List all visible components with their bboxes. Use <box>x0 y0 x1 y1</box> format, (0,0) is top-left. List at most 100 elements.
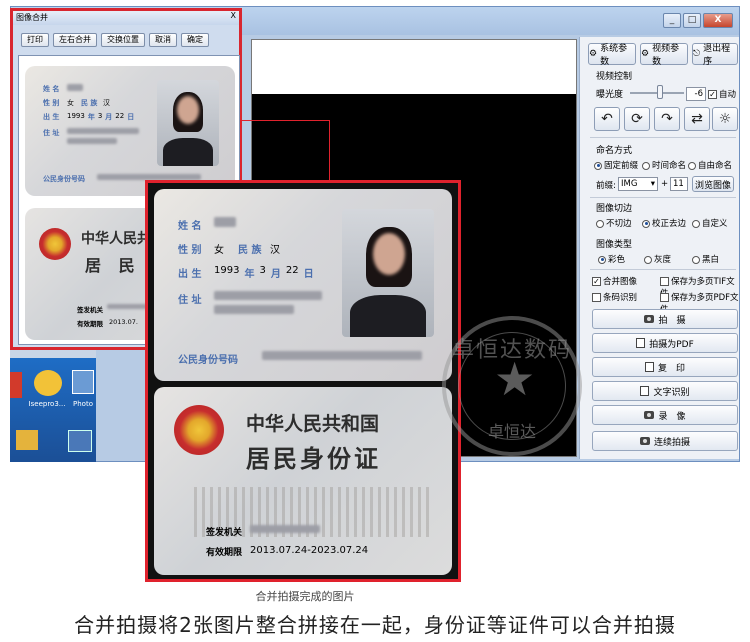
prefix-select[interactable]: IMG ▾ <box>618 177 658 191</box>
name-value-redacted <box>214 217 236 227</box>
exposure-slider-thumb[interactable] <box>656 85 663 99</box>
dialog-title: 图像合并 <box>13 11 239 25</box>
country-title: 中华人民共和国 <box>246 413 380 435</box>
copy-button[interactable]: 复 印 <box>592 357 738 377</box>
program-icon[interactable] <box>68 430 92 452</box>
crop-option-correct[interactable]: 校正去边 <box>642 217 686 229</box>
radio-icon <box>642 219 650 228</box>
minimize-button[interactable]: _ <box>663 13 681 28</box>
capture-button[interactable]: 拍 摄 <box>592 309 738 329</box>
birth-date: 1993 年 3 月 22 日 <box>214 265 314 280</box>
type-option-gray[interactable]: 灰度 <box>644 253 671 265</box>
exposure-label: 曝光度 <box>596 90 624 100</box>
video-settings-icon: ⚙ <box>641 49 650 59</box>
capture-pdf-button[interactable]: 拍摄为PDF <box>592 333 738 353</box>
gender-value: 女 <box>214 245 224 256</box>
highlight-connector <box>240 120 241 182</box>
seal-bottom-text: 卓恒达 <box>487 422 536 441</box>
type-option-color[interactable]: 彩色 <box>598 253 625 265</box>
close-button[interactable]: X <box>703 13 733 28</box>
radio-icon <box>594 161 602 170</box>
caption-main: 合并拍摄将2张图片整合拼接在一起，身份证等证件可以合并拍摄 <box>74 613 676 637</box>
checkbox-icon <box>660 293 669 302</box>
desktop-icon-label: Iseepro3... <box>28 400 66 408</box>
national-emblem <box>174 405 224 455</box>
naming-option-time[interactable]: 时间命名 <box>642 159 686 171</box>
divider <box>590 197 736 198</box>
brightness-icon[interactable]: ☼ <box>712 107 738 131</box>
merge-left-right-button[interactable]: 左右合并 <box>53 33 97 47</box>
number-field[interactable]: 11 <box>670 177 688 191</box>
ethnicity-label: 民 族 <box>238 245 262 256</box>
crop-option-none[interactable]: 不切边 <box>596 217 632 229</box>
burst-capture-button[interactable]: 连续拍摄 <box>592 431 738 451</box>
address-redacted <box>67 138 117 144</box>
validity-label: 有效期限 <box>206 548 243 558</box>
confirm-button[interactable]: 确定 <box>181 33 209 47</box>
photo-icon[interactable] <box>72 370 94 394</box>
print-button[interactable]: 打印 <box>21 33 49 47</box>
prefix-label: 前缀: <box>596 181 616 191</box>
gear-icon: ⚙ <box>589 49 598 59</box>
highlight-connector <box>240 120 330 121</box>
plus-label: + <box>661 179 669 189</box>
radio-icon <box>688 161 696 170</box>
video-params-button[interactable]: ⚙ 视频参数 <box>640 43 688 67</box>
desktop-label-strip <box>10 350 96 358</box>
portrait-face <box>177 96 199 124</box>
system-params-button[interactable]: ⚙ 系统参数 <box>588 43 636 67</box>
exit-program-button[interactable]: ⎋ 退出程序 <box>692 43 738 67</box>
crop-option-custom[interactable]: 自定义 <box>692 217 728 229</box>
barcode-checkbox[interactable]: 条码识别 <box>592 291 637 303</box>
type-option-bw[interactable]: 黑白 <box>692 253 719 265</box>
folder-icon[interactable] <box>16 430 38 450</box>
rotate-left-icon[interactable]: ↶ <box>594 107 620 131</box>
browse-image-button[interactable]: 浏览图像 <box>692 176 734 192</box>
rotate-icon[interactable]: ⟳ <box>624 107 650 131</box>
record-button[interactable]: 录 像 <box>592 405 738 425</box>
rotate-right-icon[interactable]: ↷ <box>654 107 680 131</box>
auto-checkbox[interactable]: ✓ 自动 <box>708 88 736 100</box>
naming-option-free[interactable]: 自由命名 <box>688 159 732 171</box>
window-controls: _ □ X <box>663 13 733 28</box>
address-redacted <box>214 291 322 300</box>
burst-camera-icon <box>639 437 650 445</box>
exit-icon: ⎋ <box>693 49 701 59</box>
app-icon[interactable] <box>34 370 62 396</box>
dialog-close-button[interactable]: X <box>231 11 236 20</box>
card-name-small: 居 民 <box>85 256 141 275</box>
authority-label-small: 签发机关 <box>77 306 103 314</box>
address-label: 住 址 <box>178 295 202 306</box>
ethnicity-label: 民 族 <box>81 99 98 107</box>
checkbox-icon <box>660 277 669 286</box>
radio-icon <box>692 219 700 228</box>
control-panel: ⚙ 系统参数 ⚙ 视频参数 ⎋ 退出程序 视频控制 曝光度 -6 ✓ 自动 ↶ ⟳ ↷ … <box>579 37 739 459</box>
check-icon: ✓ <box>592 277 601 286</box>
birth-date: 1993 年 3 月 22 日 <box>67 112 135 121</box>
address-redacted <box>67 128 139 134</box>
ocr-button[interactable]: 文字识别 <box>592 381 738 401</box>
gender-label: 性 别 <box>43 99 60 107</box>
caption-small: 合并拍摄完成的图片 <box>255 590 355 603</box>
validity-label-small: 有效期限 <box>77 320 103 328</box>
ethnicity-value: 汉 <box>103 99 110 107</box>
id-card-back-large: 中华人民共和国 居民身份证 签发机关 有效期限 2013.07.24-2023.… <box>154 387 452 575</box>
swap-position-button[interactable]: 交换位置 <box>101 33 145 47</box>
checkbox-icon <box>592 293 601 302</box>
authority-redacted <box>250 525 320 533</box>
naming-option-fixed[interactable]: 固定前缀 <box>594 159 638 171</box>
photo-icon-label: Photo <box>73 400 93 408</box>
cancel-button[interactable]: 取消 <box>149 33 177 47</box>
validity-value: 2013.07.24-2023.07.24 <box>250 545 369 556</box>
swap-icon[interactable]: ⇄ <box>684 107 710 131</box>
radio-icon <box>644 255 652 264</box>
exposure-value-field[interactable]: -6 <box>686 87 706 101</box>
ocr-icon <box>640 386 650 396</box>
authority-label: 签发机关 <box>206 528 243 538</box>
radio-icon <box>596 219 604 228</box>
maximize-button[interactable]: □ <box>683 13 701 28</box>
type-title: 图像类型 <box>596 240 633 250</box>
merge-image-checkbox[interactable]: ✓ 合并图像 <box>592 275 637 287</box>
portrait-face <box>373 233 405 275</box>
id-card-front-large: 姓 名 性 别 女 民 族 汉 出 生 1993 年 3 月 22 日 住 址 公民身份号… <box>154 189 452 381</box>
